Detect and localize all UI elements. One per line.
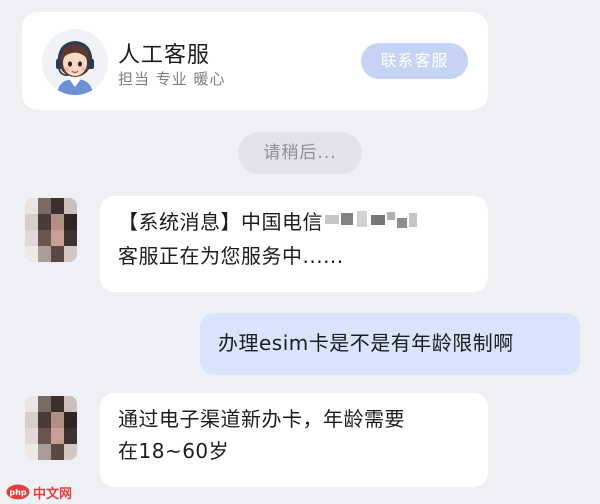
message-line: 【系统消息】中国电信 <box>118 206 470 240</box>
agent-message-bubble: 【系统消息】中国电信 客服正在为您服务中...... <box>100 196 488 292</box>
agent-headset-icon <box>42 29 108 95</box>
message-line: 在18~60岁 <box>118 439 230 463</box>
svg-text:php: php <box>9 488 26 497</box>
agent-title: 人工客服 <box>118 43 211 68</box>
agent-message-bubble: 通过电子渠道新办卡，年龄需要 在18~60岁 <box>100 393 488 487</box>
contact-service-button[interactable]: 联系客服 <box>361 43 468 79</box>
agent-avatar-blurred <box>25 396 77 460</box>
agent-avatar <box>42 29 108 95</box>
pixelated-avatar-icon <box>25 396 77 460</box>
watermark-text: 中文网 <box>33 486 73 502</box>
redacted-text-icon <box>323 208 419 240</box>
waiting-status: 请稍后... <box>238 132 362 174</box>
pixelated-avatar-icon <box>25 198 77 262</box>
message-line: 通过电子渠道新办卡，年龄需要 <box>118 407 405 431</box>
agent-tagline: 担当 专业 暖心 <box>118 70 226 88</box>
php-logo-icon: php <box>6 484 30 500</box>
customer-service-card: 人工客服 担当 专业 暖心 联系客服 <box>22 12 488 110</box>
agent-avatar-blurred <box>25 198 77 262</box>
php-watermark: php 中文网 <box>6 483 73 502</box>
user-message-bubble: 办理esim卡是不是有年龄限制啊 <box>200 313 580 375</box>
message-line: 客服正在为您服务中...... <box>118 243 344 268</box>
